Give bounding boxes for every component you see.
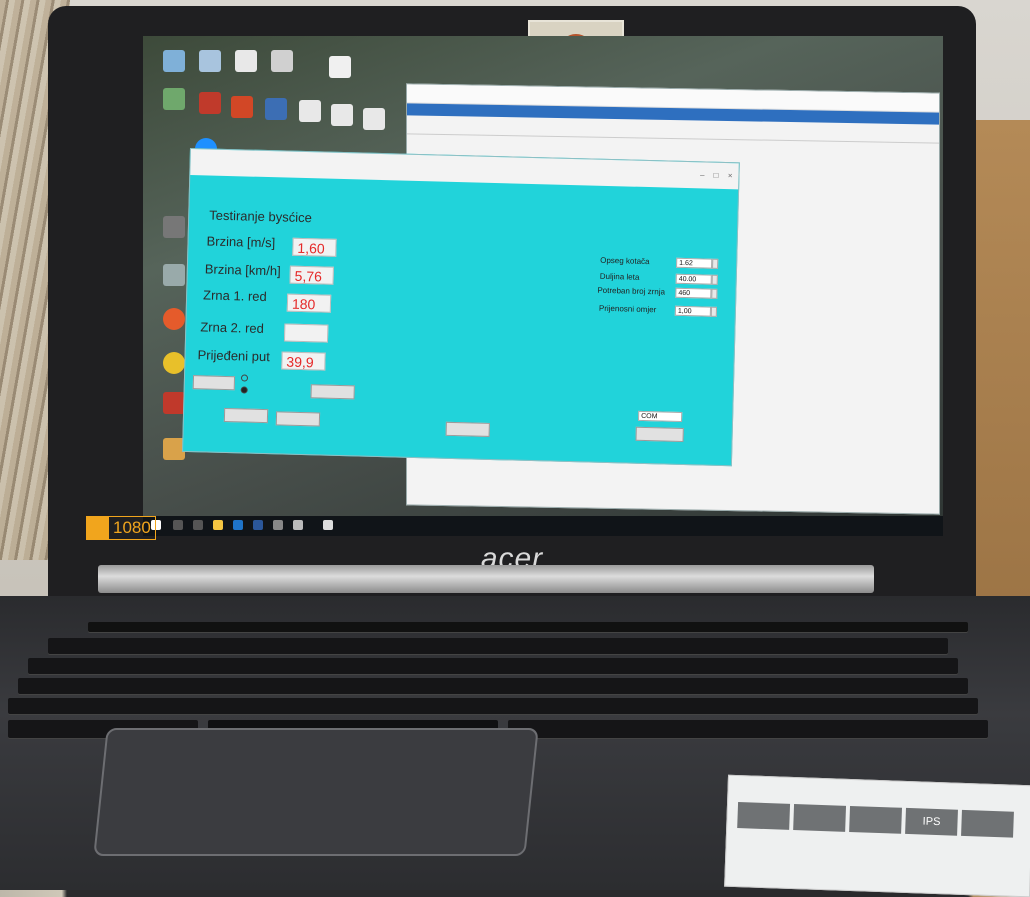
port-field[interactable]: COM bbox=[638, 410, 683, 422]
minimize-icon[interactable]: – bbox=[700, 170, 705, 179]
desktop-icon-9[interactable] bbox=[331, 104, 353, 126]
stop-button[interactable] bbox=[310, 384, 355, 400]
speed-ms-value: 1,60 bbox=[292, 237, 337, 257]
desktop-icon-10[interactable] bbox=[163, 216, 185, 238]
flight-length-value[interactable]: 40.00 bbox=[675, 273, 712, 285]
hd-badge-text: 1080 bbox=[113, 518, 151, 537]
row1-grains-value: 180 bbox=[286, 293, 332, 313]
distance-value: 39,9 bbox=[281, 351, 326, 371]
sticker-cell-5 bbox=[961, 809, 1014, 838]
row1-grains-label: Zrna 1. red bbox=[202, 287, 267, 305]
home-row[interactable] bbox=[18, 678, 968, 694]
number-key-row[interactable] bbox=[48, 638, 948, 654]
required-grains-label: Potreban broj zrnja bbox=[597, 285, 666, 297]
sticker-cell-1 bbox=[737, 802, 791, 830]
recycle-bin-icon[interactable] bbox=[163, 264, 185, 286]
speed-kmh-value: 5,76 bbox=[289, 265, 334, 285]
taskbar bbox=[143, 516, 943, 536]
spec-sticker: IPS bbox=[724, 774, 1030, 897]
flight-length-label: Duljina leta bbox=[599, 271, 640, 282]
desktop-icon-5[interactable] bbox=[163, 88, 185, 110]
gear-ratio-value[interactable]: 1,00 bbox=[674, 305, 712, 317]
taskbar-app-icon[interactable] bbox=[273, 520, 283, 530]
ips-badge: IPS bbox=[905, 807, 958, 836]
app-window[interactable]: – □ × Testiranje bysćice Brzina [m/s] 1,… bbox=[182, 148, 740, 467]
spinner-icon[interactable] bbox=[712, 258, 719, 269]
app-header: Testiranje bysćice bbox=[209, 207, 313, 226]
wifi-icon bbox=[793, 804, 847, 832]
spinner-icon-4[interactable] bbox=[710, 306, 718, 317]
close-icon[interactable]: × bbox=[728, 171, 733, 180]
reset-row1-button[interactable] bbox=[223, 407, 269, 424]
radio-on-icon bbox=[240, 386, 248, 394]
touchpad[interactable] bbox=[93, 728, 539, 856]
powerpoint-icon[interactable] bbox=[231, 96, 253, 118]
wheel-circumference-value[interactable]: 1.62 bbox=[676, 257, 713, 269]
connect-button[interactable] bbox=[635, 426, 684, 443]
speed-kmh-label: Brzina [km/h] bbox=[204, 261, 281, 279]
radio-option-2[interactable] bbox=[240, 386, 251, 394]
file-explorer-icon[interactable] bbox=[213, 520, 223, 530]
pdf-file-icon-2[interactable] bbox=[363, 108, 385, 130]
save-button[interactable] bbox=[445, 421, 490, 437]
radio-off-icon bbox=[240, 374, 249, 382]
desktop-icon-11[interactable] bbox=[163, 392, 185, 414]
reset-row2-button[interactable] bbox=[275, 411, 321, 427]
laptop-hinge bbox=[98, 565, 874, 593]
spinner-icon-2[interactable] bbox=[711, 274, 718, 285]
row2-grains-value bbox=[283, 323, 329, 343]
search-icon[interactable] bbox=[173, 520, 183, 530]
pdf-file-icon[interactable] bbox=[329, 56, 351, 78]
spinner-icon-3[interactable] bbox=[711, 288, 718, 299]
top-letter-row[interactable] bbox=[28, 658, 958, 674]
start-button[interactable] bbox=[192, 375, 236, 391]
row2-grains-label: Zrna 2. red bbox=[200, 319, 265, 336]
task-view-icon[interactable] bbox=[193, 520, 203, 530]
desktop-icon-1[interactable] bbox=[163, 50, 185, 72]
audio-icon bbox=[849, 805, 902, 834]
bottom-letter-row[interactable] bbox=[8, 698, 978, 714]
maximize-icon[interactable]: □ bbox=[714, 171, 719, 180]
hd-logo-icon bbox=[87, 517, 109, 539]
function-key-row[interactable] bbox=[88, 622, 968, 632]
desktop-icon-2[interactable] bbox=[199, 50, 221, 72]
taskbar-app-icon-3[interactable] bbox=[323, 520, 333, 530]
wheel-circumference-label: Opseg kotača bbox=[600, 255, 650, 267]
modifier-keys-right[interactable] bbox=[508, 720, 988, 738]
desktop-icon-7[interactable] bbox=[265, 98, 287, 120]
desktop-icon-8[interactable] bbox=[299, 100, 321, 122]
desktop-icon-6[interactable] bbox=[199, 92, 221, 114]
desktop-icon-3[interactable] bbox=[235, 50, 257, 72]
radio-option-1[interactable] bbox=[240, 374, 251, 382]
speed-ms-label: Brzina [m/s] bbox=[206, 233, 276, 251]
firefox-icon[interactable] bbox=[163, 308, 185, 330]
required-grains-value[interactable]: 460 bbox=[675, 287, 712, 299]
edge-taskbar-icon[interactable] bbox=[233, 520, 243, 530]
desktop-icon-4[interactable] bbox=[271, 50, 293, 72]
chrome-icon[interactable] bbox=[163, 352, 185, 374]
hd-badge: 1080 bbox=[86, 516, 156, 540]
distance-label: Prijeđeni put bbox=[197, 347, 271, 365]
taskbar-app-icon-2[interactable] bbox=[293, 520, 303, 530]
word-taskbar-icon[interactable] bbox=[253, 520, 263, 530]
gear-ratio-label: Prijenosni omjer bbox=[598, 303, 657, 315]
